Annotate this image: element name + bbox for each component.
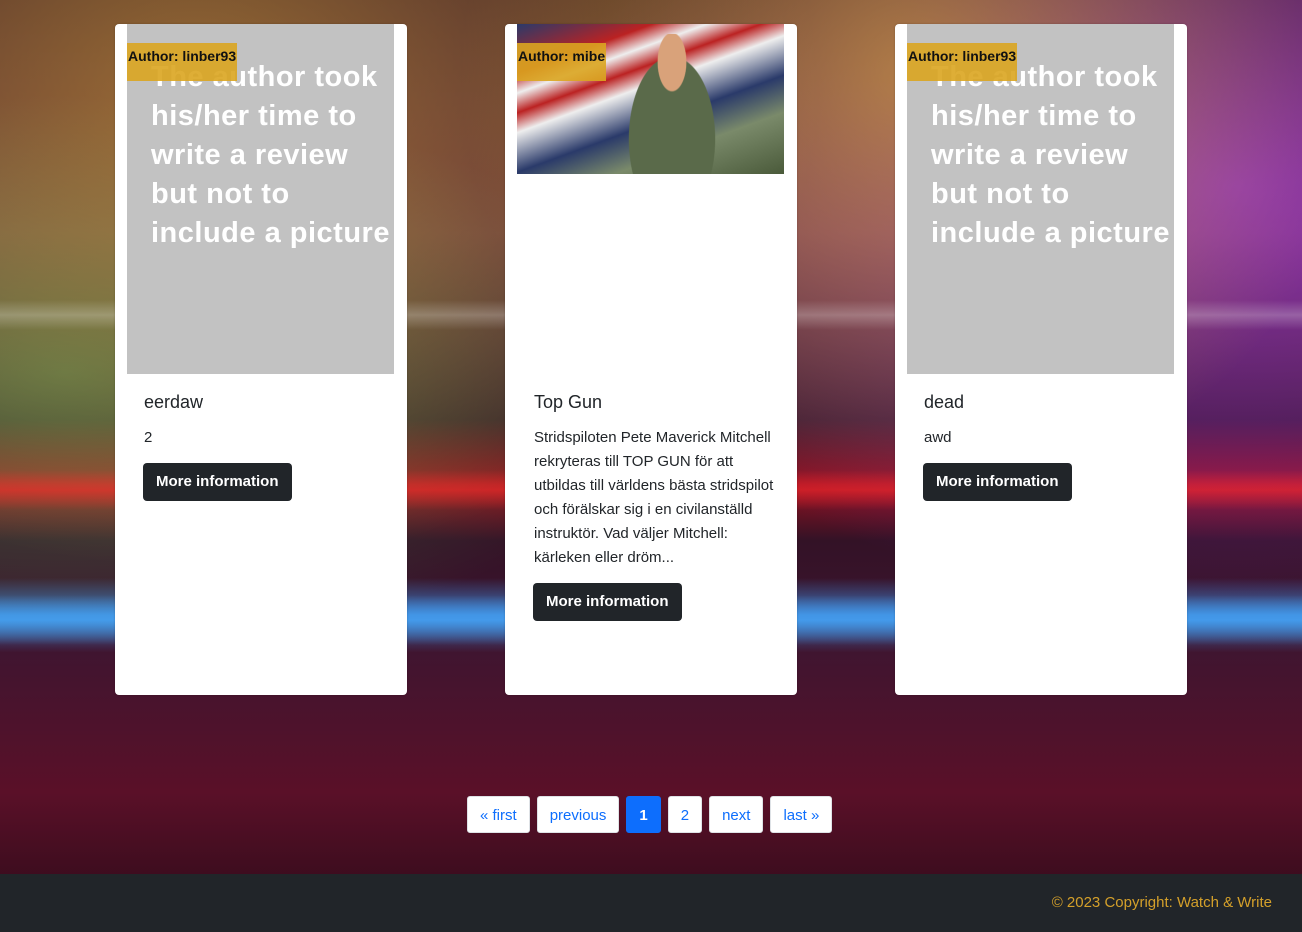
- placeholder-text: The author took his/her time to write a …: [151, 61, 390, 249]
- review-card: The author took his/her time to write a …: [115, 24, 407, 695]
- page-1-link[interactable]: 1: [626, 796, 661, 833]
- review-card: Author: mibe Top Gun Stridspiloten Pete …: [505, 24, 797, 695]
- page-last-link[interactable]: last »: [770, 796, 833, 833]
- card-text: Stridspiloten Pete Maverick Mitchell rek…: [534, 429, 774, 566]
- more-information-button[interactable]: More information: [923, 463, 1072, 501]
- copyright-text: © 2023 Copyright: Watch & Write: [1051, 894, 1272, 911]
- placeholder-text: The author took his/her time to write a …: [931, 61, 1170, 249]
- page-first-link[interactable]: « first: [467, 796, 530, 833]
- footer: © 2023 Copyright: Watch & Write: [0, 874, 1302, 932]
- card-title: dead: [924, 392, 965, 412]
- author-tag: Author: mibe: [517, 43, 607, 81]
- card-title: Top Gun: [534, 392, 603, 412]
- review-card: The author took his/her time to write a …: [895, 24, 1187, 695]
- more-information-button[interactable]: More information: [533, 583, 682, 621]
- author-tag: Author: linber93: [127, 43, 238, 81]
- author-tag: Author: linber93: [907, 43, 1018, 81]
- pagination: « first previous 1 2 next last »: [467, 796, 839, 833]
- more-information-button[interactable]: More information: [143, 463, 292, 501]
- card-text: 2: [144, 429, 153, 446]
- card-text: awd: [924, 429, 952, 446]
- card-title: eerdaw: [144, 392, 204, 412]
- page-previous-link[interactable]: previous: [536, 796, 620, 833]
- page-2-link[interactable]: 2: [667, 796, 703, 833]
- page-next-link[interactable]: next: [709, 796, 764, 833]
